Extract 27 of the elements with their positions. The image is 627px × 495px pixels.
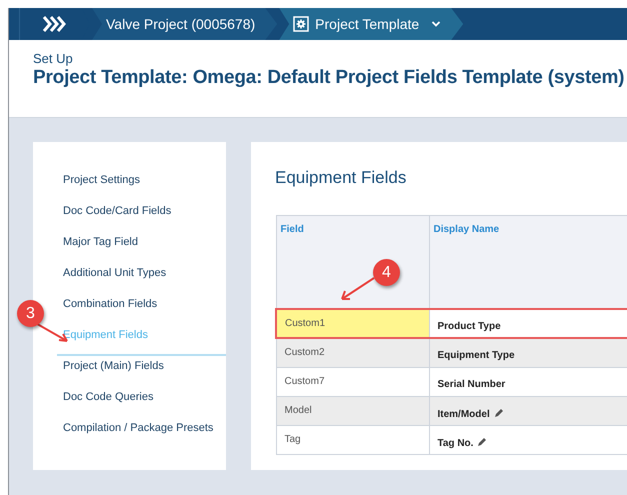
caret-icon (431, 20, 442, 28)
table-cell: Equipment Type (429, 338, 627, 367)
table-cell: Custom2 (276, 338, 429, 367)
sidebar-item[interactable]: Major Tag Field (57, 232, 226, 263)
table-cell: Model (276, 396, 429, 425)
table-cell: Custom1 (276, 309, 429, 338)
sidebar-item[interactable]: Project (Main) Fields (57, 356, 226, 387)
panel-title: Equipment Fields (275, 168, 408, 188)
pencil-icon[interactable] (477, 436, 488, 446)
sidebar-item[interactable]: Additional Unit Types (57, 263, 226, 294)
page-title: Project Template: Omega: Default Project Fields Template (system) (33, 67, 626, 89)
table-cell: Tag (276, 425, 429, 454)
settings-icon (293, 16, 310, 32)
column-header: Display Name (429, 216, 627, 309)
sidebar-item[interactable]: Doc Code Queries (57, 387, 226, 418)
section-label: Set Up (33, 51, 74, 66)
breadcrumb-link[interactable]: Project Template (279, 8, 464, 40)
sidebar-item[interactable]: Combination Fields (57, 294, 226, 325)
table-cell: Item/Model (429, 396, 627, 425)
sidebar-item[interactable]: Compilation / Package Presets (57, 418, 226, 449)
sidebar-item[interactable]: Project Settings (57, 170, 226, 201)
step-badge: 3 (17, 300, 44, 327)
table-cell: Tag No. (429, 425, 627, 454)
breadcrumb-link[interactable]: Valve Project (0005678) (92, 8, 278, 40)
pencil-icon[interactable] (494, 408, 504, 418)
sidebar-item[interactable]: Doc Code/Card Fields (57, 201, 226, 232)
callout-arrow (341, 277, 375, 300)
